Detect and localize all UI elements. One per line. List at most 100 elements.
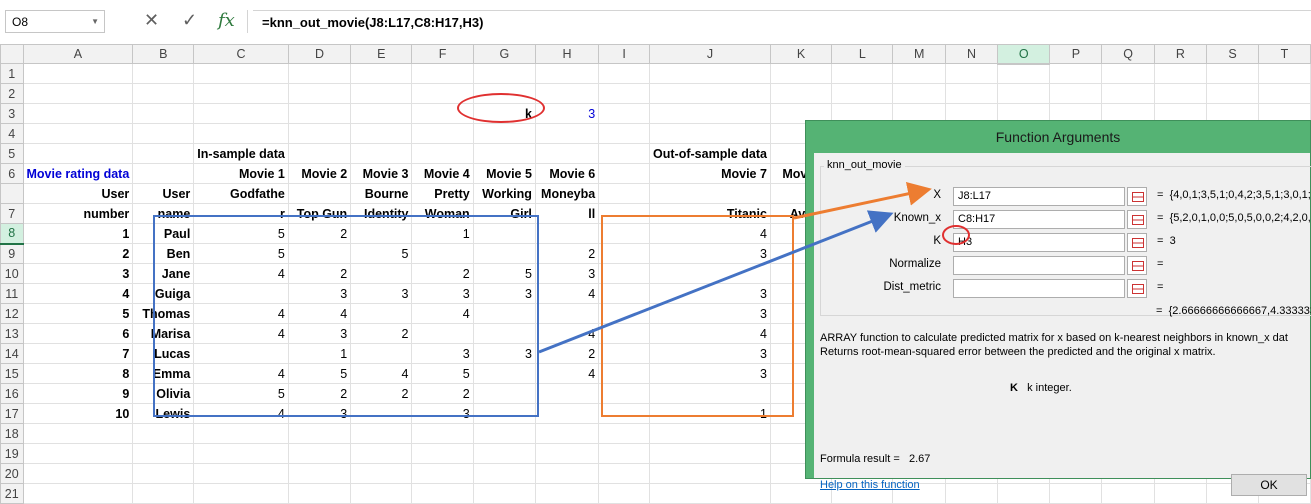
cell-d[interactable]: 2 [287, 263, 352, 284]
cell-j[interactable]: 4 [649, 323, 771, 344]
arg-input-dist-metric[interactable] [953, 279, 1125, 298]
column-header-b[interactable]: B [132, 44, 195, 64]
arg-input-x[interactable]: J8:L17 [953, 187, 1125, 206]
cell-g[interactable] [472, 403, 536, 424]
cell-r[interactable] [1153, 83, 1207, 104]
row-header[interactable]: 5 [0, 143, 24, 164]
row-header[interactable]: 10 [0, 263, 24, 284]
cell-c[interactable]: 5 [193, 223, 289, 244]
cell-a[interactable]: 6 [22, 323, 134, 344]
cell-i[interactable] [598, 443, 651, 464]
cell-e[interactable]: Identity [350, 203, 413, 224]
cell-j[interactable] [649, 483, 771, 504]
cell-r[interactable] [1153, 483, 1207, 504]
cell-s[interactable] [1205, 63, 1259, 84]
row-header[interactable]: 20 [0, 463, 24, 484]
cell-h[interactable]: 4 [534, 323, 600, 344]
cell-h[interactable] [534, 423, 600, 444]
cell-i[interactable] [598, 483, 651, 504]
cell-b[interactable]: Lucas [132, 343, 195, 364]
row-header[interactable]: 19 [0, 443, 24, 464]
select-all-corner[interactable] [0, 44, 24, 64]
cell-d[interactable]: 4 [287, 303, 352, 324]
cell-b[interactable]: Ben [132, 243, 195, 264]
formula-input[interactable]: =knn_out_movie(J8:L17,C8:H17,H3) [253, 10, 1311, 33]
enter-icon[interactable]: ✓ [182, 10, 197, 31]
cell-a[interactable]: Movie rating data [22, 163, 134, 184]
cell-b[interactable] [132, 63, 195, 84]
cell-c[interactable]: In-sample data [193, 143, 289, 164]
ok-button[interactable]: OK [1231, 474, 1307, 496]
cell-f[interactable]: Pretty [411, 183, 474, 204]
row-header[interactable]: 17 [0, 403, 24, 424]
cell-i[interactable] [598, 103, 651, 124]
fx-icon[interactable]: fx [218, 10, 235, 31]
cell-f[interactable]: 3 [411, 283, 474, 304]
cell-i[interactable] [598, 63, 651, 84]
cell-e[interactable] [350, 263, 413, 284]
cell-c[interactable]: 4 [193, 403, 289, 424]
cell-h[interactable] [534, 463, 600, 484]
cell-k[interactable] [769, 83, 833, 104]
cell-s[interactable] [1205, 83, 1259, 104]
range-select-icon[interactable] [1127, 210, 1147, 229]
cell-j[interactable]: 3 [649, 283, 771, 304]
cell-a[interactable] [22, 123, 134, 144]
cell-h[interactable] [534, 223, 600, 244]
column-header-s[interactable]: S [1205, 44, 1259, 64]
cell-d[interactable] [287, 423, 352, 444]
cell-j[interactable]: 3 [649, 343, 771, 364]
cell-c[interactable] [193, 343, 289, 364]
cell-h[interactable]: 3 [534, 263, 600, 284]
cell-a[interactable] [22, 143, 134, 164]
column-header-n[interactable]: N [944, 44, 999, 64]
cell-g[interactable] [472, 383, 536, 404]
cell-h[interactable]: Moneyba [534, 183, 600, 204]
column-header-c[interactable]: C [193, 44, 289, 64]
cell-g[interactable] [472, 83, 536, 104]
cell-h[interactable]: 2 [534, 243, 600, 264]
cell-i[interactable] [598, 343, 651, 364]
cell-f[interactable] [411, 123, 474, 144]
cell-e[interactable]: 5 [350, 243, 413, 264]
cell-d[interactable] [287, 463, 352, 484]
column-header-i[interactable]: I [598, 44, 651, 64]
cell-a[interactable]: User [22, 183, 134, 204]
cell-n[interactable] [944, 83, 999, 104]
cell-j[interactable] [649, 263, 771, 284]
cell-o[interactable] [997, 83, 1051, 104]
cell-i[interactable] [598, 283, 651, 304]
cell-j[interactable] [649, 83, 771, 104]
cell-j[interactable] [649, 443, 771, 464]
cell-a[interactable]: 10 [22, 403, 134, 424]
cell-b[interactable]: Jane [132, 263, 195, 284]
cell-d[interactable]: 3 [287, 283, 352, 304]
cell-f[interactable] [411, 63, 474, 84]
cell-b[interactable]: Olivia [132, 383, 195, 404]
cell-h[interactable] [534, 403, 600, 424]
row-header[interactable]: 6 [0, 163, 24, 184]
cell-e[interactable]: Movie 3 [350, 163, 413, 184]
cell-g[interactable] [472, 123, 536, 144]
cell-q[interactable] [1101, 83, 1155, 104]
range-select-icon[interactable] [1127, 233, 1147, 252]
cell-n[interactable] [944, 483, 999, 504]
cell-b[interactable] [132, 163, 195, 184]
row-header[interactable]: 7 [0, 203, 24, 224]
cell-g[interactable] [472, 143, 536, 164]
cell-j[interactable]: 3 [649, 303, 771, 324]
cell-i[interactable] [598, 243, 651, 264]
cell-j[interactable]: 4 [649, 223, 771, 244]
cell-g[interactable]: Movie 5 [472, 163, 536, 184]
cell-p[interactable] [1049, 83, 1103, 104]
cell-e[interactable] [350, 483, 413, 504]
cell-c[interactable] [193, 483, 289, 504]
row-header[interactable]: 18 [0, 423, 24, 444]
cell-c[interactable]: 4 [193, 363, 289, 384]
cell-h[interactable] [534, 83, 600, 104]
cell-j[interactable] [649, 103, 771, 124]
cell-d[interactable] [287, 143, 352, 164]
cell-e[interactable] [350, 423, 413, 444]
arg-input-known-x[interactable]: C8:H17 [953, 210, 1125, 229]
cell-i[interactable] [598, 323, 651, 344]
